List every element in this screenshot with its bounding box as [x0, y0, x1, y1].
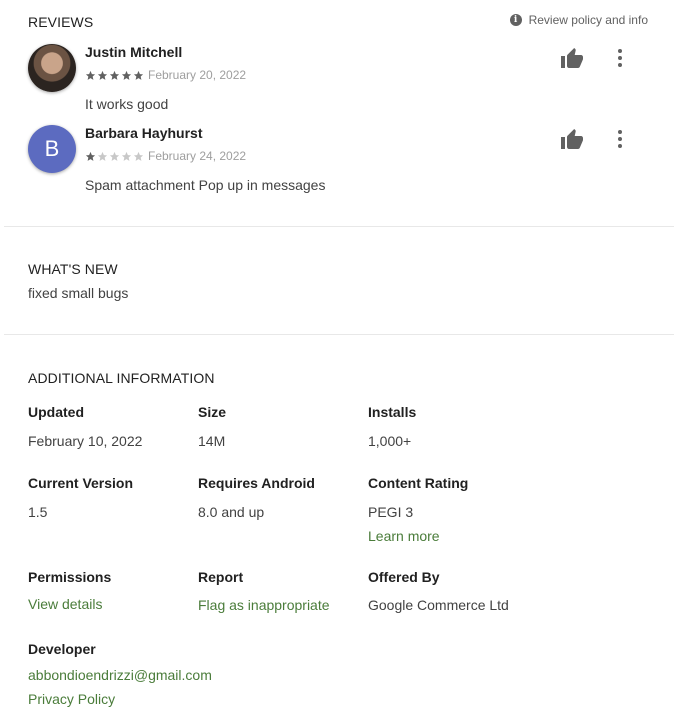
info-size: Size 14M	[198, 404, 368, 449]
view-details-link[interactable]: View details	[28, 596, 198, 612]
whats-new-heading: WHAT'S NEW	[28, 261, 118, 277]
star-icon	[97, 70, 108, 80]
star-icon	[109, 151, 120, 161]
star-icon	[97, 151, 108, 161]
whats-new-text: fixed small bugs	[28, 285, 129, 301]
info-label: Size	[198, 404, 227, 420]
info-content-rating: Content Rating PEGI 3 Learn more	[368, 475, 538, 544]
star-rating: February 20, 2022	[85, 68, 246, 82]
additional-info-heading: ADDITIONAL INFORMATION	[28, 370, 215, 386]
thumbs-up-icon[interactable]	[560, 128, 584, 152]
star-icon	[133, 70, 144, 80]
info-installs: Installs 1,000+	[368, 404, 538, 449]
star-icon	[133, 151, 144, 161]
info-label: Developer	[28, 641, 96, 657]
review-text: It works good	[85, 96, 169, 112]
info-permissions: Permissions View details	[28, 569, 198, 612]
info-value: 1,000+	[368, 433, 412, 449]
review-text: Spam attachment Pop up in messages	[85, 177, 326, 193]
more-vert-icon[interactable]	[610, 46, 630, 70]
info-label: Updated	[28, 404, 84, 420]
info-report: Report Flag as inappropriate	[198, 569, 368, 613]
info-label: Requires Android	[198, 475, 315, 491]
star-icon	[121, 70, 132, 80]
info-offered-by: Offered By Google Commerce Ltd	[368, 569, 538, 613]
star-icon	[109, 70, 120, 80]
review-item: Justin Mitchell February 20, 2022 It wor…	[28, 44, 648, 124]
divider	[4, 226, 674, 227]
reviews-heading: REVIEWS	[28, 14, 94, 30]
star-icon	[85, 151, 96, 161]
info-label: Current Version	[28, 475, 134, 491]
info-developer: Developer abbondioendrizzi@gmail.com Pri…	[28, 641, 328, 707]
info-value: 1.5	[28, 504, 48, 520]
privacy-policy-link[interactable]: Privacy Policy	[28, 691, 328, 707]
developer-email-link[interactable]: abbondioendrizzi@gmail.com	[28, 667, 328, 683]
avatar	[28, 44, 76, 92]
learn-more-link[interactable]: Learn more	[368, 528, 538, 544]
avatar: B	[28, 125, 76, 173]
info-label: Offered By	[368, 569, 440, 585]
info-value: February 10, 2022	[28, 433, 143, 449]
flag-inappropriate-link[interactable]: Flag as inappropriate	[198, 597, 368, 613]
star-icon	[121, 151, 132, 161]
info-label: Content Rating	[368, 475, 469, 491]
review-date: February 24, 2022	[148, 149, 247, 163]
more-vert-icon[interactable]	[610, 127, 630, 151]
info-value: Google Commerce Ltd	[368, 597, 509, 613]
review-date: February 20, 2022	[148, 68, 247, 82]
review-policy-label: Review policy and info	[528, 13, 648, 27]
thumbs-up-icon[interactable]	[560, 47, 584, 71]
info-label: Installs	[368, 404, 417, 420]
star-icon	[85, 70, 96, 80]
info-value: 8.0 and up	[198, 504, 265, 520]
info-label: Report	[198, 569, 244, 585]
divider	[4, 334, 674, 335]
review-policy-link[interactable]: i Review policy and info	[509, 13, 648, 27]
info-label: Permissions	[28, 569, 112, 585]
info-updated: Updated February 10, 2022	[28, 404, 198, 449]
info-requires-android: Requires Android 8.0 and up	[198, 475, 368, 520]
info-value: PEGI 3	[368, 504, 414, 520]
info-icon: i	[509, 14, 522, 26]
info-value: 14M	[198, 433, 226, 449]
reviewer-name: Barbara Hayhurst	[85, 125, 203, 141]
reviewer-name: Justin Mitchell	[85, 44, 183, 60]
star-rating: February 24, 2022	[85, 149, 246, 163]
review-item: B Barbara Hayhurst February 24, 2022 Spa…	[28, 125, 648, 205]
info-current-version: Current Version 1.5	[28, 475, 198, 520]
